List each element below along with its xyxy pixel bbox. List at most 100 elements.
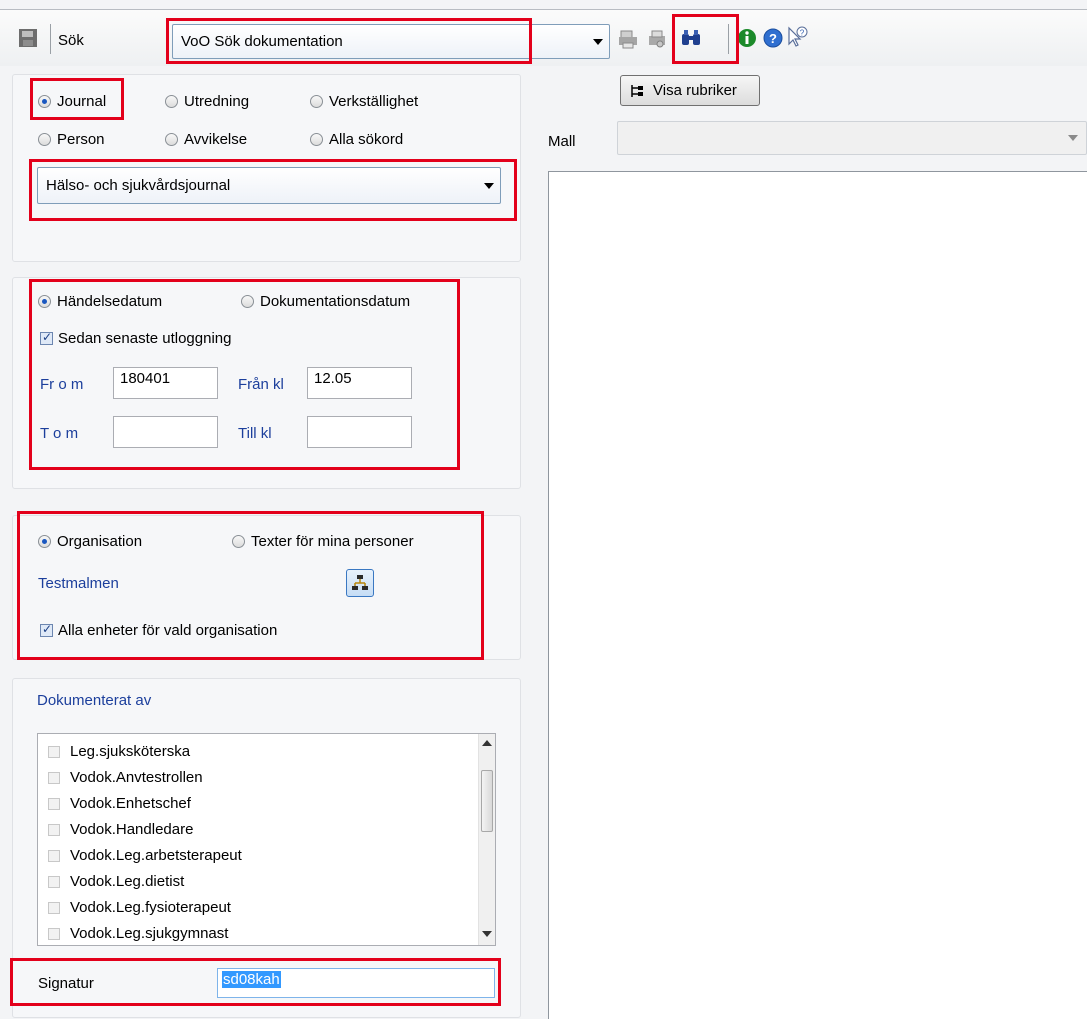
since-logout-checkbox[interactable]: Sedan senaste utloggning — [40, 330, 231, 347]
checkbox-box — [48, 771, 60, 784]
info-icon[interactable] — [736, 27, 758, 49]
list-item-label: Vodok.Leg.arbetsterapeut — [70, 847, 242, 864]
svg-text:?: ? — [800, 29, 805, 38]
documented-by-title: Dokumenterat av — [37, 692, 152, 709]
list-item-label: Vodok.Handledare — [70, 821, 194, 838]
radio-handelsedatum[interactable]: Händelsedatum — [38, 293, 162, 310]
list-item-label: Vodok.Leg.dietist — [70, 873, 185, 890]
radio-organisation[interactable]: Organisation — [38, 533, 142, 550]
checkbox-box — [48, 875, 60, 888]
print-preview-icon[interactable] — [646, 28, 668, 50]
journal-type-value: Hälso- och sjukvårdsjournal — [46, 177, 231, 194]
list-item[interactable]: Vodok.Anvtestrollen — [48, 769, 203, 786]
checkbox-box — [40, 622, 53, 637]
list-item-label: Leg.sjuksköterska — [70, 743, 191, 760]
radio-journal[interactable]: Journal — [38, 93, 106, 110]
print-icon[interactable] — [617, 28, 639, 50]
checkbox-box — [40, 330, 53, 345]
radio-avvikelse[interactable]: Avvikelse — [165, 131, 247, 148]
scroll-thumb[interactable] — [481, 770, 493, 832]
list-item[interactable]: Vodok.Enhetschef — [48, 795, 191, 812]
radio-label: Journal — [57, 93, 107, 110]
svg-text:?: ? — [769, 31, 777, 46]
radio-label: Organisation — [57, 533, 143, 550]
org-tree-icon — [352, 575, 368, 590]
binoculars-icon[interactable] — [680, 27, 702, 49]
radio-label: Avvikelse — [184, 131, 248, 148]
mall-label: Mall — [548, 133, 576, 150]
document-preview[interactable] — [548, 171, 1087, 1019]
radio-dot — [310, 133, 323, 146]
list-item-label: Vodok.Leg.fysioterapeut — [70, 899, 231, 916]
to-date-input[interactable] — [113, 416, 218, 448]
list-item[interactable]: Vodok.Leg.dietist — [48, 873, 184, 890]
toolbar-separator — [728, 24, 729, 54]
chevron-down-icon — [1068, 135, 1078, 141]
radio-utredning[interactable]: Utredning — [165, 93, 249, 110]
scroll-down-icon[interactable] — [482, 931, 492, 937]
radio-label: Händelsedatum — [57, 293, 163, 310]
toolbar-separator — [50, 24, 51, 54]
visa-rubriker-button[interactable]: Visa rubriker — [620, 75, 760, 106]
radio-dot — [241, 295, 254, 308]
signature-value: sd08kah — [222, 971, 281, 988]
from-time-input[interactable]: 12.05 — [307, 367, 412, 399]
org-tree-button[interactable] — [346, 569, 374, 597]
from-time-label: Från kl — [238, 376, 284, 393]
radio-dot — [310, 95, 323, 108]
checkbox-box — [48, 823, 60, 836]
radio-label: Verkställighet — [329, 93, 419, 110]
radio-dot — [38, 133, 51, 146]
list-item-label: Vodok.Enhetschef — [70, 795, 191, 812]
to-time-input[interactable] — [307, 416, 412, 448]
checkbox-box — [48, 901, 60, 914]
documented-by-list[interactable]: Leg.sjuksköterska Vodok.Anvtestrollen Vo… — [37, 733, 496, 946]
save-icon[interactable] — [17, 27, 39, 49]
signature-input[interactable]: sd08kah — [217, 968, 495, 998]
tree-icon — [631, 84, 643, 97]
journal-type-select[interactable]: Hälso- och sjukvårdsjournal — [37, 167, 501, 204]
list-item-label: Vodok.Anvtestrollen — [70, 769, 203, 786]
radio-label: Person — [57, 131, 105, 148]
radio-label: Dokumentationsdatum — [260, 293, 411, 310]
radio-verkstallighet[interactable]: Verkställighet — [310, 93, 418, 110]
radio-person[interactable]: Person — [38, 131, 105, 148]
from-date-input[interactable]: 180401 — [113, 367, 218, 399]
radio-label: Alla sökord — [329, 131, 404, 148]
list-item[interactable]: Leg.sjuksköterska — [48, 743, 190, 760]
checkbox-label: Sedan senaste utloggning — [58, 330, 232, 347]
radio-label: Utredning — [184, 93, 250, 110]
search-label: Sök — [58, 32, 84, 49]
mall-select[interactable] — [617, 121, 1087, 155]
from-date-label: Fr o m — [40, 376, 84, 393]
radio-dokumentationsdatum[interactable]: Dokumentationsdatum — [241, 293, 410, 310]
radio-dot — [165, 95, 178, 108]
search-mode-select[interactable]: VoO Sök dokumentation — [172, 24, 610, 59]
list-item[interactable]: Vodok.Leg.sjukgymnast — [48, 925, 228, 942]
checkbox-box — [48, 745, 60, 758]
list-item-label: Vodok.Leg.sjukgymnast — [70, 925, 229, 942]
radio-alla-sokord[interactable]: Alla sökord — [310, 131, 403, 148]
radio-dot — [38, 535, 51, 548]
to-time-label: Till kl — [238, 425, 272, 442]
checkbox-box — [48, 849, 60, 862]
chevron-down-icon — [484, 182, 494, 189]
radio-dot — [232, 535, 245, 548]
context-help-icon[interactable]: ? — [786, 26, 808, 48]
list-scrollbar[interactable] — [478, 734, 495, 945]
list-item[interactable]: Vodok.Leg.arbetsterapeut — [48, 847, 242, 864]
chevron-down-icon — [593, 38, 603, 45]
list-item[interactable]: Vodok.Handledare — [48, 821, 193, 838]
radio-dot — [165, 133, 178, 146]
checkbox-label: Alla enheter för vald organisation — [58, 622, 278, 639]
radio-label: Texter för mina personer — [251, 533, 414, 550]
list-item[interactable]: Vodok.Leg.fysioterapeut — [48, 899, 231, 916]
all-units-checkbox[interactable]: Alla enheter för vald organisation — [40, 622, 277, 639]
help-icon[interactable]: ? — [762, 27, 784, 49]
scroll-up-icon[interactable] — [482, 740, 492, 746]
checkbox-box — [48, 927, 60, 940]
radio-texter-mina-personer[interactable]: Texter för mina personer — [232, 533, 414, 550]
to-date-label: T o m — [40, 425, 79, 442]
search-mode-value: VoO Sök dokumentation — [181, 33, 343, 50]
visa-rubriker-label: Visa rubriker — [653, 82, 737, 99]
